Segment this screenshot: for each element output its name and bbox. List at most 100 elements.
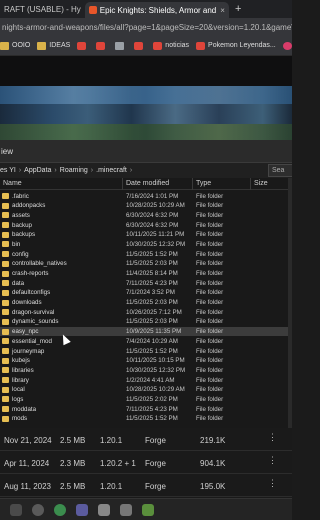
bookmark-3[interactable]	[115, 41, 127, 50]
bookmark-1[interactable]	[77, 41, 89, 50]
file-row[interactable]: kubejs 10/11/2025 10:15 PM File folder	[0, 356, 292, 366]
file-date: 11/5/2025 1:52 PM	[126, 250, 178, 258]
column-type[interactable]: Type	[196, 180, 211, 187]
youtube-icon	[196, 41, 206, 50]
view-menu[interactable]: iew	[1, 147, 13, 156]
file-type: File folder	[196, 202, 224, 210]
file-row[interactable]: library 1/2/2024 4:41 AM File folder	[0, 375, 292, 385]
column-date[interactable]: Date modified	[126, 180, 169, 187]
file-row[interactable]: essential_mod 7/4/2024 10:29 AM File folde…	[0, 336, 292, 346]
more-options-icon[interactable]: ⋮	[268, 455, 277, 466]
file-row[interactable]: easy_npc 10/9/2025 11:35 PM File folder	[0, 326, 292, 337]
file-type: File folder	[196, 395, 224, 403]
bookmark-2[interactable]	[96, 41, 108, 50]
file-row[interactable]: bin 10/30/2025 12:32 PM File folder	[0, 239, 292, 249]
bookmark-9[interactable]	[282, 41, 292, 50]
youtube-icon	[77, 41, 87, 50]
search-input[interactable]: Sea	[268, 164, 292, 177]
tab-label: Epic Knights: Shields, Armor and	[99, 5, 217, 15]
file-name: addonpacks	[12, 202, 46, 210]
column-size[interactable]: Size	[254, 180, 268, 187]
file-date: 11/4/2025 8:14 PM	[126, 270, 178, 277]
close-icon[interactable]: ×	[220, 6, 225, 15]
table-row[interactable]: Nov 21, 2024 2.5 MB 1.20.1 Forge 219.1K …	[0, 428, 292, 451]
file-name: config	[12, 250, 29, 258]
folder-icon	[2, 338, 9, 345]
new-tab-button[interactable]: +	[235, 3, 241, 15]
crumb-roaming[interactable]: Roaming	[60, 167, 88, 174]
bookmark-noticias[interactable]: noticias	[153, 41, 189, 50]
chevron-right-icon: ›	[90, 167, 94, 174]
folder-icon	[2, 415, 9, 422]
file-row[interactable]: crash-reports 11/4/2025 8:14 PM File folde…	[0, 269, 292, 279]
tab-raft[interactable]: RAFT (USABLE) - Hy	[0, 1, 85, 17]
start-icon[interactable]	[10, 503, 22, 516]
file-row[interactable]: backup 6/30/2024 6:32 PM File folder	[0, 220, 292, 230]
scrollbar[interactable]	[288, 178, 292, 428]
file-row[interactable]: addonpacks 10/28/2025 10:29 AM File folder	[0, 201, 292, 211]
file-row[interactable]: local 10/28/2025 10:29 AM File folder	[0, 385, 292, 395]
address-text: nights-armor-and-weapons/files/all?page=…	[2, 22, 292, 32]
folder-icon	[0, 41, 9, 50]
crumb-minecraft[interactable]: .minecraft	[96, 167, 127, 174]
file-row[interactable]: logs 11/5/2025 2:02 PM File folder	[0, 394, 292, 404]
file-row[interactable]: downloads 11/5/2025 2:03 PM File folder	[0, 298, 292, 308]
file-name: moddata	[12, 405, 37, 413]
file-row[interactable]: dynamic_sounds 11/5/2025 2:03 PM File fold…	[0, 317, 292, 327]
folder-icon	[2, 377, 9, 384]
folder-icon	[2, 222, 9, 229]
media-icon[interactable]	[98, 503, 110, 516]
file-row[interactable]: journeymap 11/5/2025 1:52 PM File folder	[0, 346, 292, 356]
bookmark-ideas[interactable]: IDEAS	[37, 41, 70, 50]
table-row[interactable]: Aug 11, 2023 2.5 MB 1.20.1 Forge 195.0K …	[0, 474, 292, 497]
chevron-right-icon: ›	[54, 167, 57, 174]
file-date: 1/2/2024 4:41 AM	[126, 376, 175, 384]
file-date: 11/5/2025 1:52 PM	[126, 415, 178, 423]
crumb-user[interactable]: es YI	[0, 167, 16, 174]
camera-icon[interactable]	[120, 503, 132, 516]
game-icon[interactable]	[76, 503, 88, 516]
file-row[interactable]: config 11/5/2025 1:52 PM File folder	[0, 249, 292, 259]
file-row[interactable]: backups 10/11/2025 11:21 PM File folder	[0, 230, 292, 240]
file-name: libraries	[12, 366, 34, 374]
file-row[interactable]: controllable_natives 11/5/2025 2:03 PM Fil…	[0, 259, 292, 269]
file-row[interactable]: libraries 10/30/2025 12:32 PM File folder	[0, 365, 292, 375]
more-options-icon[interactable]: ⋮	[268, 478, 277, 489]
chrome-icon[interactable]	[54, 503, 66, 516]
bookmark-ooio[interactable]: OOIO	[0, 41, 30, 50]
breadcrumb: es YI › AppData › Roaming › .minecraft ›…	[0, 162, 292, 178]
file-row[interactable]: moddata 7/11/2025 4:23 PM File folder	[0, 404, 292, 414]
file-type: File folder	[196, 347, 224, 355]
youtube-icon	[96, 41, 106, 50]
search-icon[interactable]	[32, 503, 44, 516]
file-type: File folder	[196, 415, 224, 423]
crumb-appdata[interactable]: AppData	[24, 167, 51, 174]
bookmark-4[interactable]	[134, 41, 146, 50]
file-type: File folder	[196, 270, 224, 277]
bookmark-pokemon[interactable]: Pokemon Leyendas...	[196, 41, 276, 50]
file-row[interactable]: assets 6/30/2024 6:32 PM File folder	[0, 210, 292, 220]
folder-icon	[2, 280, 9, 287]
column-name[interactable]: Name	[3, 180, 22, 187]
page-header-area	[0, 56, 292, 86]
page-icon	[115, 41, 125, 50]
tab-epic-knights[interactable]: Epic Knights: Shields, Armor and ×	[84, 2, 229, 18]
folder-icon	[2, 202, 9, 209]
file-row[interactable]: mods 11/5/2025 1:52 PM File folder	[0, 414, 292, 424]
file-date: 7/11/2025 4:23 PM	[126, 279, 178, 287]
file-row[interactable]: .fabric 7/16/2024 1:01 PM File folder	[0, 191, 292, 201]
file-name: easy_npc	[12, 328, 39, 336]
address-bar[interactable]: nights-armor-and-weapons/files/all?page=…	[0, 18, 292, 36]
table-row[interactable]: Apr 11, 2024 2.3 MB 1.20.2 + 1 Forge 904…	[0, 451, 292, 474]
folder-icon	[2, 251, 9, 258]
file-row[interactable]: defaultconfigs 7/1/2024 3:52 PM File folde…	[0, 288, 292, 298]
file-row[interactable]: data 7/11/2025 4:23 PM File folder	[0, 278, 292, 288]
column-headers: Name Date modified Type Size	[0, 178, 292, 190]
minecraft-icon[interactable]	[142, 503, 154, 516]
file-row[interactable]: dragon-survival 10/26/2025 7:12 PM File fo…	[0, 307, 292, 317]
youtube-icon	[134, 41, 144, 50]
more-options-icon[interactable]: ⋮	[268, 432, 277, 443]
file-date: 7/1/2024 3:52 PM	[126, 289, 175, 297]
file-date: 11/5/2025 2:03 PM	[126, 299, 178, 307]
file-list: Name Date modified Type Size .fabric 7/16…	[0, 178, 292, 428]
